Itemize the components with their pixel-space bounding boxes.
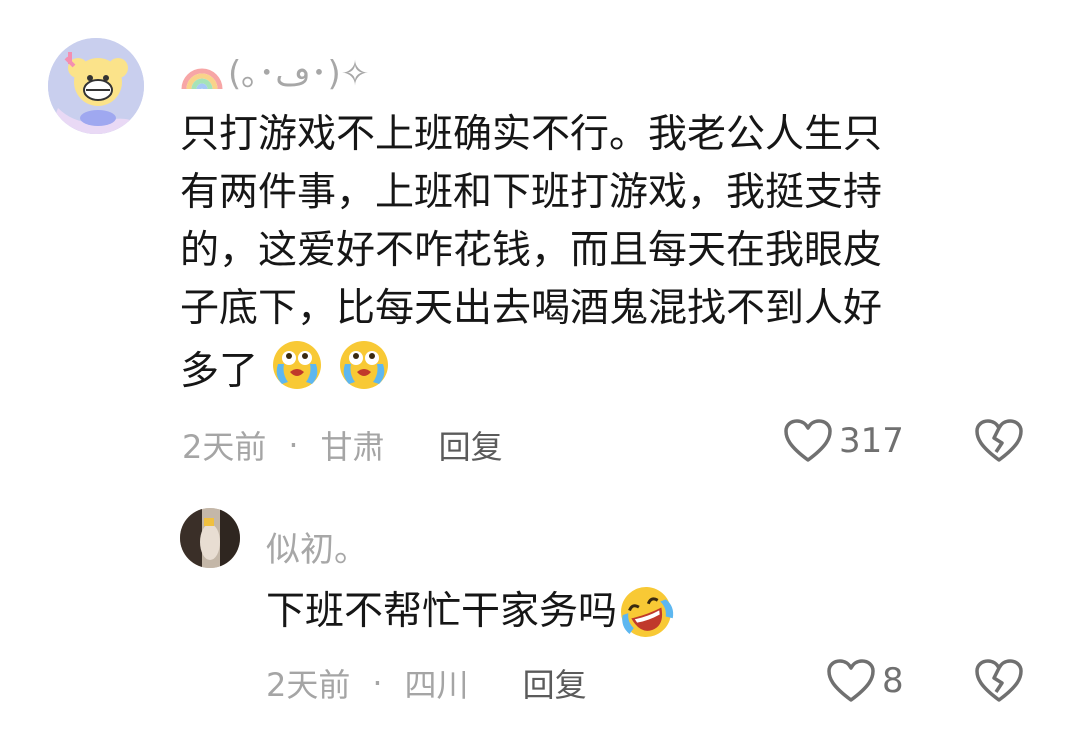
crying-emoji-icon [339, 341, 388, 389]
comment-time: 2天前 [266, 666, 351, 704]
like-button[interactable]: 8 [826, 658, 904, 704]
comment-location: 四川 [404, 666, 469, 704]
avatar[interactable] [48, 38, 144, 134]
comment-content: 下班不帮忙干家务吗 [266, 583, 675, 641]
content-line-last: 多了 [180, 338, 1000, 401]
username-text: (｡･ڡ･)✧ [228, 54, 370, 94]
comment-meta: 2天前 · 四川 回复 [266, 660, 587, 706]
comment-username[interactable]: 似初。 [266, 522, 368, 571]
like-count: 8 [882, 661, 904, 701]
content-line: 只打游戏不上班确实不行。我老公人生只 [180, 112, 883, 157]
reply-button[interactable]: 回复 [439, 422, 503, 468]
broken-heart-icon [975, 659, 1023, 702]
avatar[interactable] [180, 508, 240, 568]
crying-emoji-icon [273, 341, 322, 389]
content-line-text: 多了 [180, 349, 259, 394]
heart-icon [784, 419, 832, 462]
content-line: 有两件事，上班和下班打游戏，我挺支持 [180, 170, 883, 215]
content-line: 的，这爱好不咋花钱，而且每天在我眼皮 [180, 228, 883, 273]
like-button[interactable]: 317 [783, 418, 904, 464]
like-count: 317 [839, 421, 904, 461]
meta-separator: · [372, 664, 383, 702]
comment-location: 甘肃 [320, 428, 385, 466]
comment-content: 只打游戏不上班确实不行。我老公人生只 有两件事，上班和下班打游戏，我挺支持 的，… [180, 106, 1000, 401]
heart-icon [827, 659, 875, 702]
content-line: 子底下，比每天出去喝酒鬼混找不到人好 [180, 286, 883, 331]
comment-meta: 2天前 · 甘肃 回复 [182, 422, 503, 468]
comment-time: 2天前 [182, 428, 267, 466]
rainbow-icon [181, 68, 223, 90]
meta-separator: · [288, 426, 299, 464]
broken-heart-icon [975, 419, 1023, 462]
comment-username[interactable]: (｡･ڡ･)✧ [180, 46, 369, 95]
reply-button[interactable]: 回复 [523, 660, 587, 706]
dislike-button[interactable] [974, 418, 1024, 468]
laughing-crying-emoji-icon [621, 587, 674, 637]
dislike-button[interactable] [974, 658, 1024, 708]
content-text: 下班不帮忙干家务吗 [266, 589, 618, 634]
